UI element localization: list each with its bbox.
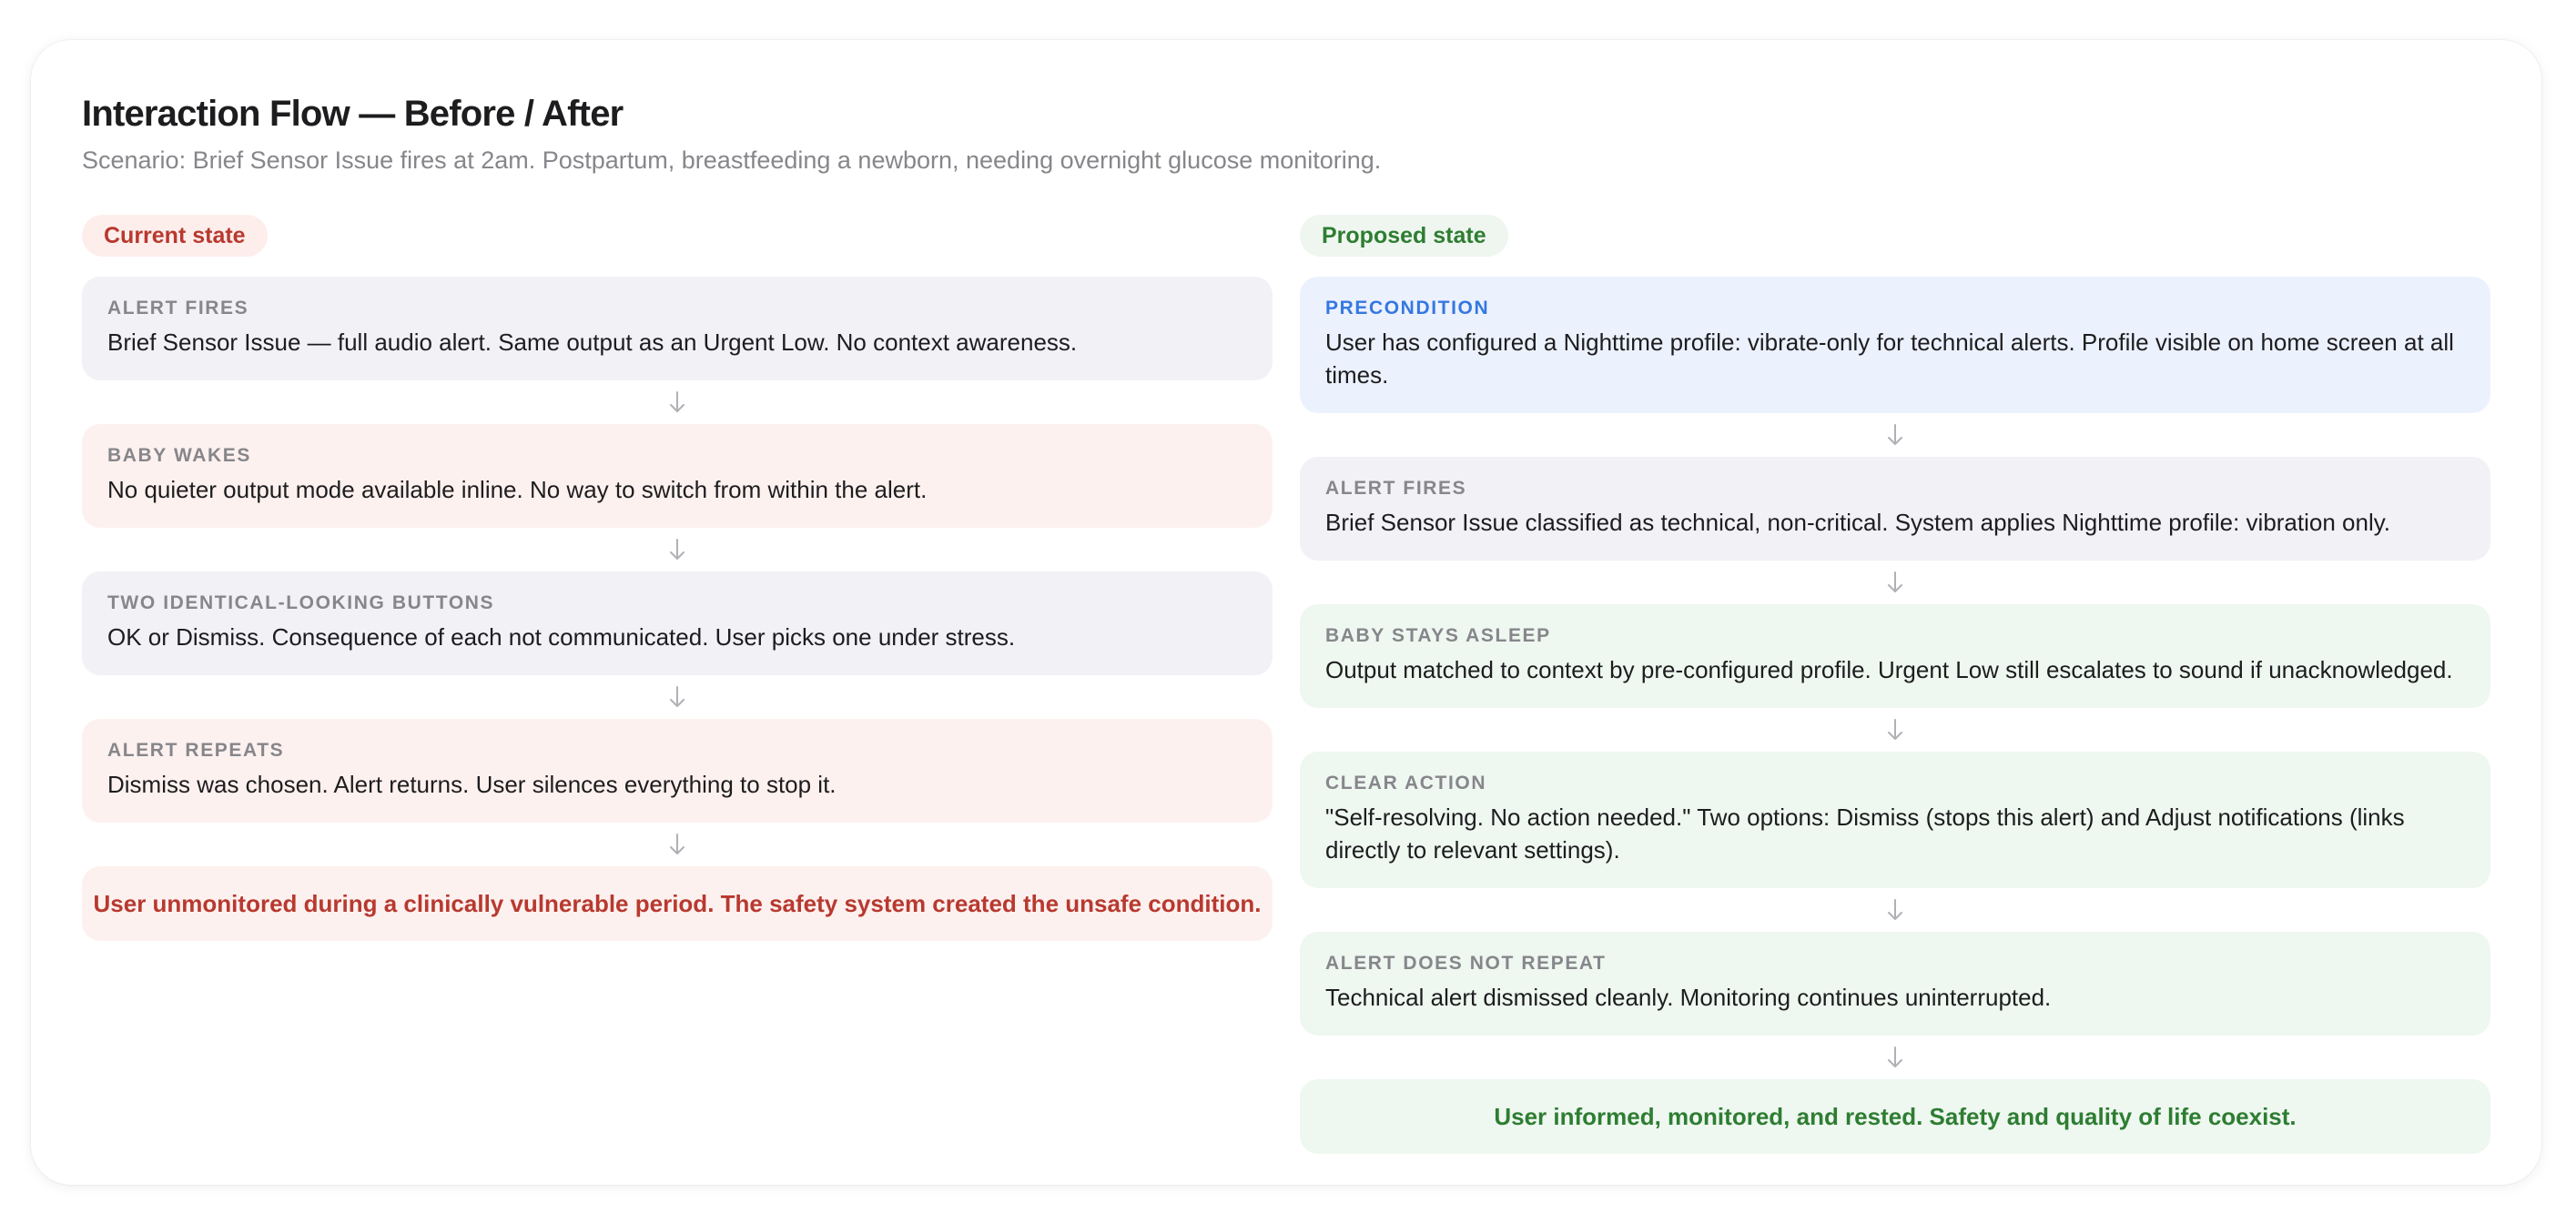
proposed-state-column: Proposed state PRECONDITION User has con… [1300,215,2490,1154]
step-text: Brief Sensor Issue classified as technic… [1325,509,2391,536]
proposed-step-alert-does-not-repeat: ALERT DOES NOT REPEAT Technical alert di… [1300,932,2490,1036]
arrow-down-icon [82,675,1273,719]
step-text: Technical alert dismissed cleanly. Monit… [1325,984,2052,1011]
step-label: BABY WAKES [107,445,251,466]
step-label: ALERT REPEATS [107,740,285,761]
arrow-down-icon [82,528,1273,571]
flow-columns: Current state ALERT FIRES Brief Sensor I… [82,215,2490,1154]
step-label: TWO IDENTICAL-LOOKING BUTTONS [107,592,495,613]
step-text: "Self-resolving. No action needed." Two … [1325,804,2405,864]
current-step-baby-wakes: BABY WAKES No quieter output mode availa… [82,424,1273,528]
step-text: Output matched to context by pre-configu… [1325,656,2453,683]
step-text: No quieter output mode available inline.… [107,476,928,503]
step-text: Dismiss was chosen. Alert returns. User … [107,771,837,798]
proposed-step-alert-fires: ALERT FIRES Brief Sensor Issue classifie… [1300,457,2490,561]
arrow-down-icon [82,380,1273,424]
step-label: PRECONDITION [1325,298,1490,318]
page-title: Interaction Flow — Before / After [82,94,624,134]
step-text: OK or Dismiss. Consequence of each not c… [107,623,1016,651]
step-label: BABY STAYS ASLEEP [1325,625,1551,646]
flow-card: Interaction Flow — Before / After Scenar… [31,40,2541,1185]
arrow-down-icon [1300,888,2490,932]
step-label: CLEAR ACTION [1325,773,1487,793]
current-state-pill: Current state [82,215,268,257]
step-label: ALERT FIRES [107,298,249,318]
current-outcome: User unmonitored during a clinically vul… [82,866,1273,941]
page-subtitle: Scenario: Brief Sensor Issue fires at 2a… [82,147,1382,174]
arrow-down-icon [1300,561,2490,604]
arrow-down-icon [1300,413,2490,457]
current-step-two-buttons: TWO IDENTICAL-LOOKING BUTTONS OK or Dism… [82,571,1273,675]
arrow-down-icon [82,823,1273,866]
proposed-outcome: User informed, monitored, and rested. Sa… [1300,1079,2490,1154]
proposed-step-clear-action: CLEAR ACTION "Self-resolving. No action … [1300,752,2490,888]
proposed-steps: PRECONDITION User has configured a Night… [1300,277,2490,1154]
proposed-state-pill: Proposed state [1300,215,1508,257]
proposed-step-baby-stays-asleep: BABY STAYS ASLEEP Output matched to cont… [1300,604,2490,708]
current-state-column: Current state ALERT FIRES Brief Sensor I… [82,215,1273,1154]
arrow-down-icon [1300,708,2490,752]
step-label: ALERT FIRES [1325,478,1467,499]
step-label: ALERT DOES NOT REPEAT [1325,953,1607,974]
arrow-down-icon [1300,1036,2490,1079]
step-text: Brief Sensor Issue — full audio alert. S… [107,328,1078,356]
step-text: User has configured a Nighttime profile:… [1325,328,2454,389]
current-step-alert-repeats: ALERT REPEATS Dismiss was chosen. Alert … [82,719,1273,823]
current-step-alert-fires: ALERT FIRES Brief Sensor Issue — full au… [82,277,1273,380]
current-steps: ALERT FIRES Brief Sensor Issue — full au… [82,277,1273,941]
proposed-step-precondition: PRECONDITION User has configured a Night… [1300,277,2490,413]
